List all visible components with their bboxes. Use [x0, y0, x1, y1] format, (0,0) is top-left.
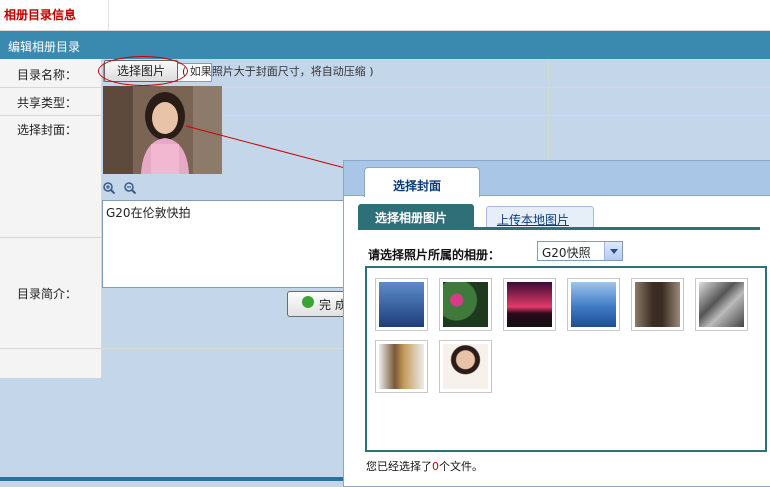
water-droplets-thumb[interactable]: [375, 278, 428, 331]
blue-mountains-thumb[interactable]: [567, 278, 620, 331]
dialog-tab-select-cover[interactable]: 选择封面: [364, 167, 480, 197]
thumbnail-grid: [365, 266, 767, 452]
man-standing-thumb[interactable]: [375, 340, 428, 393]
chevron-down-icon: [604, 242, 622, 260]
dialog-header: 选择封面: [344, 161, 770, 197]
man-portrait-thumb[interactable]: [631, 278, 684, 331]
tab-upload-local[interactable]: 上传本地图片: [486, 206, 594, 229]
album-select[interactable]: G20快照: [537, 241, 623, 261]
lotus-flowers-thumb[interactable]: [439, 278, 492, 331]
selection-count: 0: [432, 460, 439, 473]
tab-underline: [358, 227, 760, 230]
group-photo-thumb[interactable]: [695, 278, 748, 331]
select-cover-dialog: 选择封面 选择相册图片 上传本地图片 请选择照片所属的相册： G20快照 您已经…: [343, 160, 770, 487]
tab-album-images[interactable]: 选择相册图片: [358, 204, 474, 228]
selection-status: 您已经选择了0个文件。: [366, 460, 483, 473]
woman-portrait-thumb[interactable]: [439, 340, 492, 393]
sunset-thumb[interactable]: [503, 278, 556, 331]
album-select-label: 请选择照片所属的相册：: [368, 248, 501, 262]
